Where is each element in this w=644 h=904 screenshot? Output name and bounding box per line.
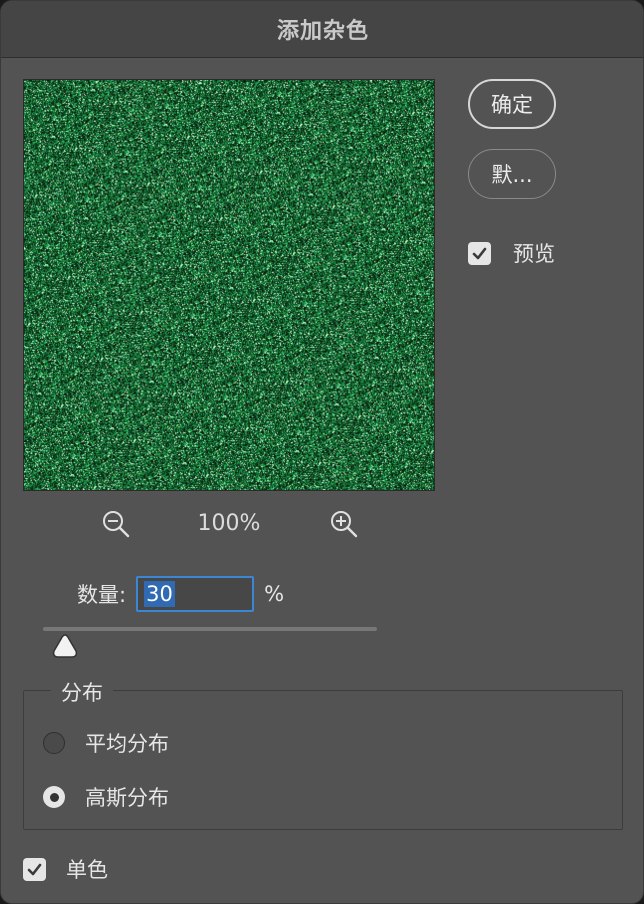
radio-uniform-button[interactable] [43, 732, 65, 754]
zoom-controls: 100% [1, 507, 461, 541]
radio-uniform[interactable]: 平均分布 [43, 728, 169, 758]
ok-button[interactable]: 确定 [468, 79, 556, 129]
zoom-in-icon [331, 511, 358, 538]
amount-row: 数量: 30 % [77, 575, 284, 613]
preview-checkbox[interactable] [468, 241, 491, 265]
amount-unit: % [264, 582, 285, 606]
radio-gaussian-button[interactable] [43, 786, 65, 808]
monochrome-checkbox[interactable] [23, 857, 46, 881]
preview-label: 预览 [513, 242, 555, 266]
amount-slider-thumb[interactable] [51, 633, 79, 659]
preview-toggle[interactable]: 预览 [468, 238, 555, 268]
monochrome-label: 单色 [66, 858, 108, 882]
default-button[interactable]: 默... [468, 149, 556, 199]
radio-gaussian[interactable]: 高斯分布 [43, 782, 169, 812]
amount-input[interactable]: 30 [136, 576, 255, 612]
noise-preview-canvas [24, 80, 434, 490]
radio-uniform-label: 平均分布 [85, 732, 169, 756]
monochrome-toggle[interactable]: 单色 [23, 854, 108, 884]
checkmark-icon [472, 247, 487, 259]
add-noise-dialog: 添加杂色 100% 确定 默... 预览 数量: 30 % 分布 平均分布 高斯… [0, 0, 644, 904]
amount-slider-track[interactable] [43, 627, 377, 631]
radio-gaussian-label: 高斯分布 [85, 786, 169, 810]
amount-label: 数量: [77, 583, 127, 607]
title-bar[interactable]: 添加杂色 [1, 1, 643, 58]
dialog-title: 添加杂色 [276, 19, 369, 44]
zoom-out-button[interactable] [99, 507, 133, 541]
amount-value: 30 [144, 581, 175, 607]
checkmark-icon [27, 863, 42, 875]
zoom-out-icon [103, 511, 130, 538]
distribution-title: 分布 [51, 677, 113, 707]
preview-image[interactable] [23, 79, 435, 491]
zoom-in-button[interactable] [327, 507, 361, 541]
zoom-level: 100% [197, 511, 261, 536]
